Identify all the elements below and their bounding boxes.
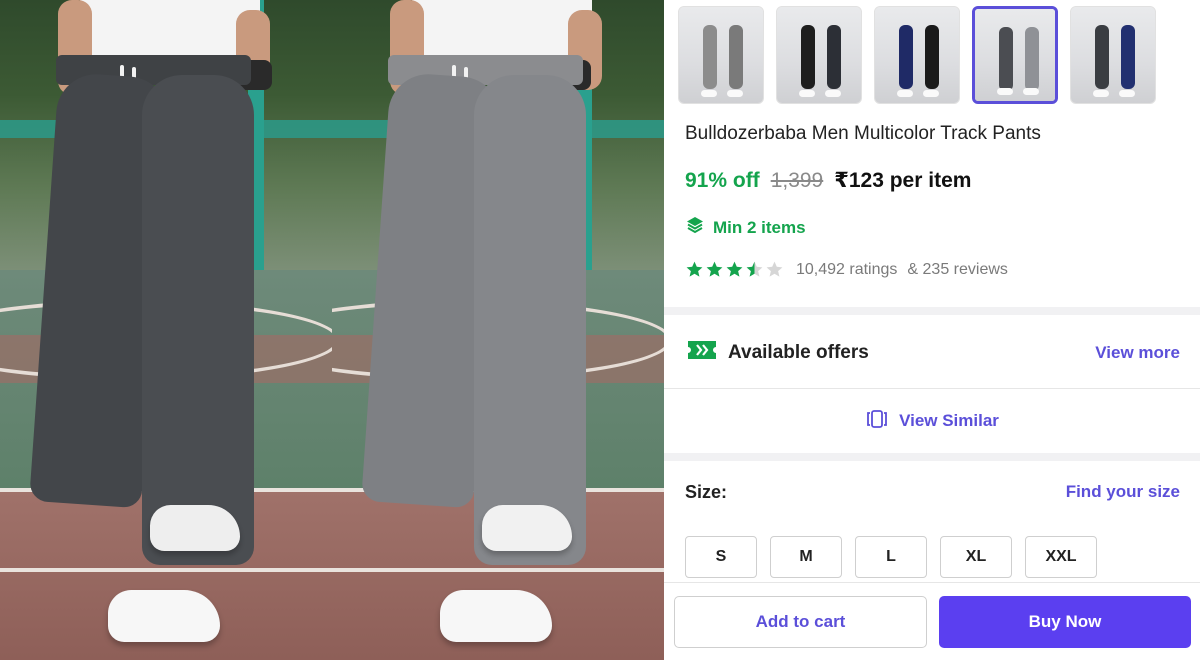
star-icon bbox=[726, 261, 743, 277]
available-offers-label: Available offers bbox=[728, 342, 869, 363]
ratings-count: 10,492 ratings bbox=[796, 260, 898, 278]
size-option-m[interactable]: M bbox=[770, 536, 842, 578]
find-your-size-link[interactable]: Find your size bbox=[1066, 482, 1180, 502]
similar-cards-icon bbox=[865, 409, 889, 434]
add-to-cart-button[interactable]: Add to cart bbox=[674, 596, 927, 648]
reviews-count: & 235 reviews bbox=[907, 260, 1008, 278]
min-quantity-label: Min 2 items bbox=[713, 217, 806, 237]
star-icon bbox=[746, 261, 763, 277]
size-option-s[interactable]: S bbox=[685, 536, 757, 578]
view-similar-label: View Similar bbox=[899, 411, 999, 430]
section-divider bbox=[664, 307, 1200, 315]
section-divider bbox=[664, 453, 1200, 461]
price-row: 91% off 1,399 ₹123 per item bbox=[685, 168, 971, 193]
product-thumbnail[interactable] bbox=[1070, 6, 1156, 104]
min-quantity-badge: Min 2 items bbox=[685, 215, 806, 240]
star-icon bbox=[706, 261, 723, 277]
discount-percent: 91% off bbox=[685, 169, 760, 192]
original-price: 1,399 bbox=[770, 169, 824, 192]
available-offers-row[interactable]: Available offers View more bbox=[664, 318, 1200, 388]
divider bbox=[664, 388, 1200, 389]
size-options: S M L XL XXL bbox=[685, 536, 1097, 578]
view-more-link[interactable]: View more bbox=[1095, 343, 1180, 363]
sale-price: ₹123 per item bbox=[834, 169, 972, 192]
product-image-light-grey bbox=[332, 0, 664, 660]
star-icon bbox=[686, 261, 703, 277]
view-similar-button[interactable]: View Similar bbox=[664, 390, 1200, 452]
star-rating bbox=[685, 260, 784, 279]
thumbnail-strip bbox=[678, 6, 1156, 104]
size-option-xxl[interactable]: XXL bbox=[1025, 536, 1097, 578]
rating-row[interactable]: 10,492 ratings & 235 reviews bbox=[685, 260, 1008, 279]
product-image-dark-grey bbox=[0, 0, 332, 660]
size-label: Size: bbox=[685, 482, 728, 502]
size-option-l[interactable]: L bbox=[855, 536, 927, 578]
buy-now-button[interactable]: Buy Now bbox=[939, 596, 1191, 648]
star-icon bbox=[766, 261, 783, 277]
product-thumbnail[interactable] bbox=[874, 6, 960, 104]
product-details-panel: Bulldozerbaba Men Multicolor Track Pants… bbox=[664, 0, 1200, 660]
product-title: Bulldozerbaba Men Multicolor Track Pants bbox=[685, 123, 1041, 144]
product-main-image[interactable] bbox=[0, 0, 664, 660]
ticket-icon bbox=[686, 338, 718, 368]
product-thumbnail[interactable] bbox=[972, 6, 1058, 104]
size-option-xl[interactable]: XL bbox=[940, 536, 1012, 578]
product-thumbnail[interactable] bbox=[776, 6, 862, 104]
layers-icon bbox=[685, 215, 705, 240]
product-thumbnail[interactable] bbox=[678, 6, 764, 104]
bottom-action-bar: Add to cart Buy Now bbox=[664, 582, 1200, 660]
